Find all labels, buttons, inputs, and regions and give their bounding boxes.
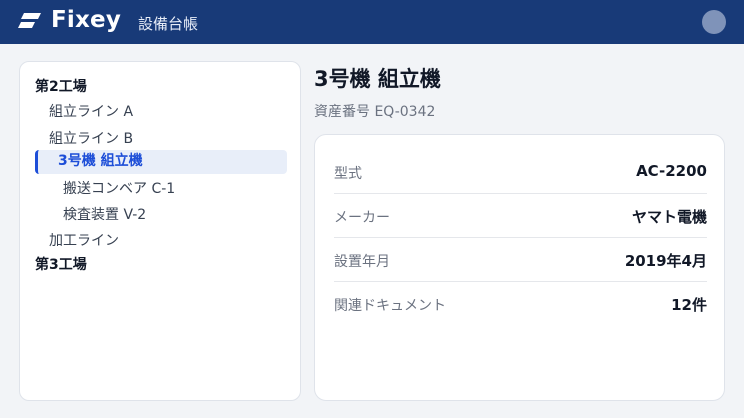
tree-item-machine-3[interactable]: 3号機 組立機 xyxy=(35,150,287,174)
detail-value: AC-2200 xyxy=(636,162,707,180)
tree-item-factory-2[interactable]: 第2工場 xyxy=(35,76,87,96)
tree-item-inspection-v2[interactable]: 検査装置 V-2 xyxy=(63,204,146,224)
documents-count[interactable]: 12件 xyxy=(671,294,707,315)
top-bar: Fixey 設備台帳 xyxy=(0,0,744,44)
tree-item-line-b[interactable]: 組立ライン B xyxy=(49,128,133,148)
section-title: 設備台帳 xyxy=(138,15,199,33)
page-title: 3号機 組立機 xyxy=(314,67,441,91)
detail-row-maker: メーカー ヤマト電機 xyxy=(334,194,707,238)
detail-label: メーカー xyxy=(334,210,390,226)
detail-label: 設置年月 xyxy=(334,254,390,270)
tree-item-machining-line[interactable]: 加工ライン xyxy=(49,230,119,250)
detail-card: 型式 AC-2200 メーカー ヤマト電機 設置年月 2019年4月 関連ドキュ… xyxy=(314,134,725,401)
detail-value: 2019年4月 xyxy=(624,252,707,270)
avatar[interactable] xyxy=(702,10,726,34)
brand-name[interactable]: Fixey xyxy=(51,7,121,33)
detail-label: 関連ドキュメント xyxy=(334,298,446,314)
detail-label: 型式 xyxy=(334,166,362,182)
detail-value: ヤマト電機 xyxy=(631,208,707,226)
tree-item-line-a[interactable]: 組立ライン A xyxy=(49,101,133,121)
detail-row-model: 型式 AC-2200 xyxy=(334,150,707,194)
tree-item-conveyor-c1[interactable]: 搬送コンベア C-1 xyxy=(63,178,175,198)
asset-number: 資産番号 EQ-0342 xyxy=(314,104,436,120)
tree-item-factory-3[interactable]: 第3工場 xyxy=(35,254,87,274)
logo-icon xyxy=(18,13,41,28)
detail-row-documents[interactable]: 関連ドキュメント 12件 xyxy=(334,282,707,326)
equipment-tree: 第2工場 組立ライン A 組立ライン B 3号機 組立機 搬送コンベア C-1 … xyxy=(19,61,301,401)
detail-row-installed: 設置年月 2019年4月 xyxy=(334,238,707,282)
